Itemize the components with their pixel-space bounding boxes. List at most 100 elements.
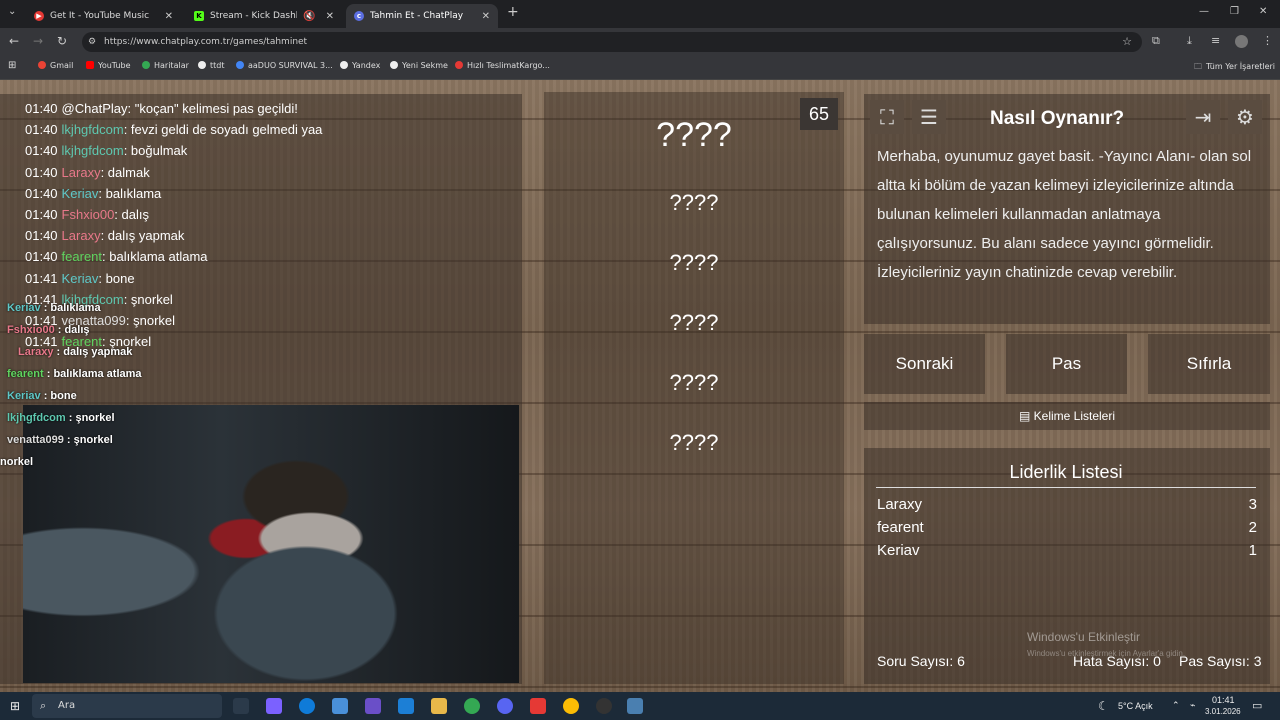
close-icon[interactable]: ✕: [326, 11, 334, 22]
clock-date[interactable]: 3.01.2026: [1205, 707, 1241, 716]
file-explorer-icon[interactable]: [431, 698, 447, 714]
clock-time[interactable]: 01:41: [1212, 695, 1235, 705]
app-red-icon[interactable]: [530, 698, 546, 714]
back-icon[interactable]: ←: [9, 34, 19, 48]
bookmark-maps[interactable]: Haritalar: [142, 61, 189, 70]
tray-chevron-icon[interactable]: ⌃: [1172, 700, 1180, 711]
overlay-username: lkjhgfdcom: [7, 412, 66, 424]
document-icon[interactable]: ☰: [912, 100, 946, 134]
overlay-message: lkjhgfdcom : şnorkel: [7, 412, 115, 424]
overlay-username: Fshxio00: [7, 324, 55, 336]
minimize-button[interactable]: —: [1199, 6, 1209, 17]
chrome-icon[interactable]: [464, 698, 480, 714]
notifications-icon[interactable]: ▭: [1252, 699, 1262, 712]
main-word: ????: [656, 116, 732, 154]
profile-avatar[interactable]: [1235, 35, 1248, 48]
overlay-message: Fshxio00 : dalış: [7, 324, 90, 336]
exit-icon[interactable]: ⇥: [1186, 100, 1220, 134]
overlay-username: Keriav: [7, 302, 41, 314]
chat-message: 01:40 Laraxy: dalış yapmak: [25, 228, 184, 243]
bookmark-ttdt[interactable]: ttdt: [198, 61, 225, 70]
overlay-text: : bone: [40, 390, 77, 402]
tab-youtube-music[interactable]: ▶ Get It - YouTube Music ✕: [26, 4, 181, 28]
site-info-icon[interactable]: ⚙: [88, 32, 96, 52]
all-bookmarks-folder[interactable]: 🗀 Tüm Yer İşaretleri: [1194, 61, 1275, 75]
download-icon[interactable]: ⤓: [1187, 34, 1192, 48]
bookmark-star-icon[interactable]: ☆: [1122, 32, 1132, 52]
chat-message: 01:41 Keriav: bone: [25, 271, 135, 286]
tab-chatplay[interactable]: c Tahmin Et - ChatPlay ✕: [346, 4, 498, 28]
edge-icon[interactable]: [299, 698, 315, 714]
bookmark-gmail[interactable]: Gmail: [38, 61, 73, 70]
bookmark-cargo[interactable]: Hızlı TeslimatKargo...: [455, 61, 550, 70]
chat-username: @ChatPlay: [61, 101, 128, 116]
chat-username: Fshxio00: [61, 207, 115, 222]
settings-gear-icon[interactable]: ⚙: [1228, 100, 1262, 134]
reset-button[interactable]: Sıfırla: [1148, 334, 1270, 394]
start-button[interactable]: ⊞: [10, 699, 20, 713]
overlay-text: : şnorkel: [63, 434, 113, 446]
fullscreen-icon[interactable]: ⛶: [870, 100, 904, 134]
timer: 65: [800, 98, 838, 130]
chrome-2-icon[interactable]: [563, 698, 579, 714]
url-text: https://www.chatplay.com.tr/games/tahmin…: [104, 37, 308, 47]
bookmark-youtube[interactable]: YouTube: [86, 61, 131, 70]
media-icon[interactable]: ≡: [1211, 34, 1220, 47]
chat-text: : dalış: [114, 207, 149, 222]
close-window-button[interactable]: ✕: [1259, 6, 1267, 17]
app-icon[interactable]: [365, 698, 381, 714]
weather-text: 5°C Açık: [1118, 701, 1153, 711]
chat-message: 01:40 fearent: balıklama atlama: [25, 249, 208, 264]
close-icon[interactable]: ✕: [482, 11, 490, 22]
gmail-icon: [38, 61, 46, 69]
close-icon[interactable]: ✕: [165, 11, 173, 22]
store-icon[interactable]: [332, 698, 348, 714]
globe-icon: [340, 61, 348, 69]
tab-kick-dashboard[interactable]: K Stream - Kick Dashboard 🔇 ✕: [186, 4, 342, 28]
extensions-icon[interactable]: ⧉: [1152, 34, 1160, 48]
chat-username: Laraxy: [61, 228, 101, 244]
chat-message: 01:40 lkjhgfdcom: fevzi geldi de soyadı g…: [25, 122, 322, 137]
bookmarks-bar: ⊞ Gmail YouTube Haritalar ttdt aaDUO SUR…: [0, 56, 1280, 80]
chat-message: 01:40 Keriav: balıklama: [25, 186, 161, 201]
question-count: Soru Sayısı: 6: [877, 653, 965, 669]
browser-tab-bar: ⌄ ▶ Get It - YouTube Music ✕ K Stream - …: [0, 0, 1280, 28]
task-view-icon[interactable]: [233, 698, 249, 714]
chat-username: Keriav: [61, 270, 99, 286]
chat-time: 01:40: [25, 249, 58, 265]
apps-grid-icon[interactable]: ⊞: [8, 60, 16, 71]
mute-icon[interactable]: 🔇: [303, 11, 315, 22]
bookmark-yandex[interactable]: Yandex: [340, 61, 380, 70]
chat-text: : fevzi geldi de soyadı gelmedi yaa: [123, 122, 323, 138]
pass-button[interactable]: Pas: [1006, 334, 1127, 394]
taskbar-search[interactable]: ⌕ Ara: [32, 694, 222, 718]
tab-search-icon[interactable]: ⌄: [8, 6, 16, 17]
restore-button[interactable]: ❐: [1230, 6, 1239, 17]
chat-username: Laraxy: [61, 164, 101, 180]
network-icon[interactable]: ⌁: [1190, 700, 1195, 711]
url-field[interactable]: ⚙ https://www.chatplay.com.tr/games/tahm…: [82, 32, 1142, 52]
forbidden-word: ????: [669, 310, 719, 335]
chat-text: : dalmak: [100, 164, 150, 180]
list-icon: ▤: [1018, 409, 1034, 423]
bookmark-new-tab[interactable]: Yeni Sekme: [390, 61, 448, 70]
bookmark-aaduo[interactable]: aaDUO SURVIVAL 3...: [236, 61, 333, 70]
overlay-username: venatta099: [7, 434, 64, 446]
reload-icon[interactable]: ↻: [57, 34, 67, 48]
leaderboard-row: Keriav 1: [877, 542, 1257, 559]
forbidden-word: ????: [669, 250, 719, 275]
next-button[interactable]: Sonraki: [864, 334, 985, 394]
globe-icon: [236, 61, 244, 69]
app-blue-icon[interactable]: [627, 698, 643, 714]
discord-icon[interactable]: [497, 698, 513, 714]
howto-title: Nasıl Oynanır?: [990, 108, 1125, 129]
obs-icon[interactable]: [596, 698, 612, 714]
mail-icon[interactable]: [398, 698, 414, 714]
maps-icon: [142, 61, 150, 69]
new-tab-button[interactable]: +: [507, 4, 519, 20]
word-lists-button[interactable]: ▤ Kelime Listeleri: [864, 402, 1270, 430]
forward-icon[interactable]: →: [33, 34, 43, 48]
copilot-icon[interactable]: [266, 698, 282, 714]
menu-icon[interactable]: ⋮: [1262, 34, 1273, 47]
chat-time: 01:40: [25, 143, 58, 159]
